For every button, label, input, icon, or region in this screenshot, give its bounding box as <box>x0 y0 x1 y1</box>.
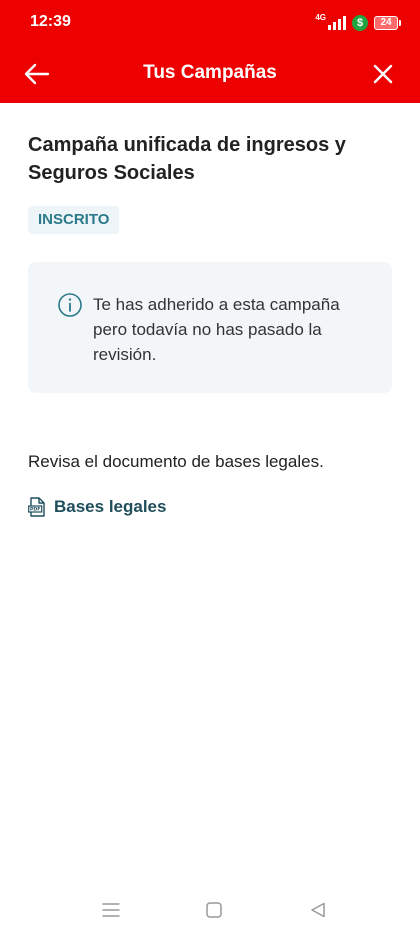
status-icons: 4G $ 24 <box>315 12 401 33</box>
close-icon <box>373 64 393 84</box>
info-card: Te has adherido a esta campaña pero toda… <box>28 262 392 393</box>
status-time: 12:39 <box>30 13 71 30</box>
system-nav-bar <box>0 886 420 936</box>
money-icon: $ <box>352 15 368 31</box>
back-nav-icon <box>311 902 325 918</box>
status-bar: 12:39 4G $ 24 <box>0 0 420 44</box>
pdf-icon: PDF <box>28 497 45 517</box>
app-header: Tus Campañas <box>0 44 420 103</box>
campaign-title: Campaña unificada de ingresos y Seguros … <box>28 134 346 184</box>
system-back-button[interactable] <box>306 898 330 922</box>
close-button[interactable] <box>365 56 401 92</box>
network-type-label: 4G <box>315 12 326 22</box>
page-title: Tus Campañas <box>143 62 277 83</box>
home-icon <box>206 902 222 918</box>
recent-apps-button[interactable] <box>99 898 123 922</box>
info-icon <box>58 293 82 317</box>
legal-bases-link-label: Bases legales <box>54 497 167 516</box>
battery-icon: 24 <box>374 16 401 30</box>
pdf-icon-label: PDF <box>30 507 40 513</box>
signal-icon <box>328 16 346 30</box>
menu-icon <box>102 903 120 917</box>
status-badge: INSCRITO <box>28 206 120 234</box>
battery-level: 24 <box>380 17 392 28</box>
legal-description: Revisa el documento de bases legales. <box>28 452 324 471</box>
info-message: Te has adherido a esta campaña pero toda… <box>93 295 340 364</box>
legal-bases-link[interactable]: PDF Bases legales <box>28 494 166 520</box>
home-button[interactable] <box>202 898 226 922</box>
